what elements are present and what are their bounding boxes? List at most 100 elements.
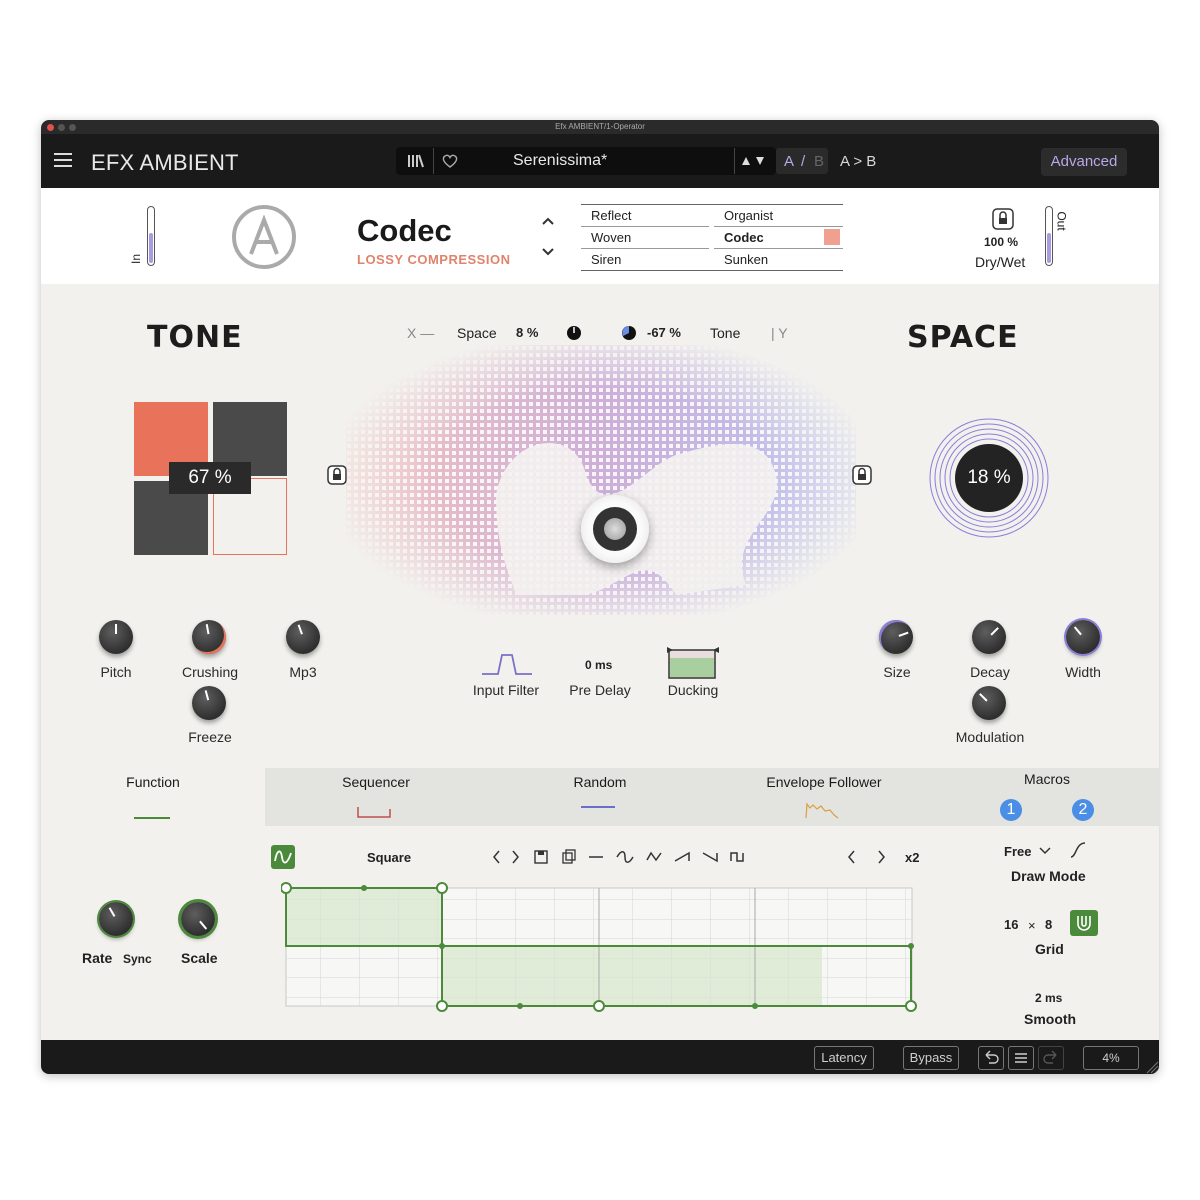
- drywet-lock-icon[interactable]: [992, 208, 1014, 230]
- xy-y-label: | Y: [771, 325, 788, 341]
- title-bar: Efx AMBIENT/1-Operator: [41, 120, 1159, 134]
- macro-2-button[interactable]: 2: [1072, 799, 1094, 821]
- preset-item-organist[interactable]: Organist: [724, 208, 773, 223]
- resize-handle-icon[interactable]: [1145, 1060, 1159, 1074]
- decay-label: Decay: [970, 664, 1010, 680]
- drywet-label: Dry/Wet: [975, 254, 1026, 270]
- mp3-knob[interactable]: [286, 620, 320, 654]
- xy-tone-value: -67 %: [647, 325, 681, 340]
- fx-name: Codec: [357, 213, 452, 248]
- rate-knob[interactable]: [99, 902, 133, 936]
- xy-pad[interactable]: [346, 345, 856, 615]
- window-title: Efx AMBIENT/1-Operator: [555, 122, 645, 131]
- free-dropdown[interactable]: Free: [1004, 844, 1031, 859]
- input-label: In: [129, 253, 144, 265]
- history-menu-button[interactable]: [1008, 1046, 1034, 1070]
- smooth-value[interactable]: 2 ms: [1035, 991, 1062, 1005]
- ab-copy-button[interactable]: A > B: [840, 153, 876, 170]
- top-bar: EFX AMBIENT Serenissima* A / B A > B Adv…: [41, 134, 1159, 188]
- ab-a-label[interactable]: A: [784, 153, 794, 170]
- xy-handle[interactable]: [581, 495, 649, 563]
- bypass-button[interactable]: Bypass: [903, 1046, 959, 1070]
- cpu-meter: 4%: [1083, 1046, 1139, 1070]
- drywet-value: 100 %: [984, 235, 1019, 249]
- hamburger-menu-icon[interactable]: [53, 151, 73, 169]
- width-label: Width: [1065, 664, 1101, 680]
- function-waveform-icon[interactable]: [271, 845, 295, 869]
- chevron-down-icon[interactable]: [1038, 845, 1052, 857]
- ducking-meter-icon[interactable]: [666, 646, 720, 680]
- output-label: Out: [1054, 211, 1069, 231]
- preset-up-down-arrows-icon[interactable]: [739, 154, 769, 168]
- undo-button[interactable]: [978, 1046, 1004, 1070]
- tab-random-label[interactable]: Random: [510, 774, 690, 790]
- mp3-label: Mp3: [289, 664, 317, 680]
- space-lock-icon[interactable]: [852, 465, 872, 485]
- redo-icon: [1043, 1050, 1057, 1064]
- input-filter-icon[interactable]: [480, 652, 534, 676]
- advanced-button[interactable]: Advanced: [1041, 148, 1127, 176]
- rate-label: Rate: [82, 950, 113, 966]
- width-knob[interactable]: [1066, 620, 1100, 654]
- sync-toggle[interactable]: Sync: [123, 952, 152, 966]
- ab-b-label[interactable]: B: [814, 153, 824, 170]
- output-level-slider[interactable]: [1045, 206, 1053, 266]
- tab-sequencer-label[interactable]: Sequencer: [286, 774, 466, 790]
- space-title: SPACE: [907, 320, 1019, 355]
- redo-button[interactable]: [1038, 1046, 1064, 1070]
- function-shape-name[interactable]: Square: [367, 850, 411, 865]
- tab-function-label[interactable]: Function: [63, 774, 243, 790]
- pitch-label: Pitch: [100, 664, 132, 680]
- fx-type-arrows-icon[interactable]: [541, 215, 555, 259]
- input-filter-label: Input Filter: [472, 682, 540, 698]
- arturia-logo-icon: [232, 205, 296, 269]
- library-icon[interactable]: [406, 152, 424, 170]
- preset-item-codec[interactable]: Codec: [724, 230, 764, 245]
- input-level-slider[interactable]: [147, 206, 155, 266]
- function-multiplier[interactable]: x2: [905, 850, 919, 865]
- draw-mode-label: Draw Mode: [1011, 868, 1086, 884]
- tone-value[interactable]: 67 %: [169, 462, 251, 494]
- freeze-knob[interactable]: [192, 686, 226, 720]
- scale-label: Scale: [181, 950, 218, 966]
- favorite-heart-icon[interactable]: [441, 152, 459, 170]
- function-graph[interactable]: [281, 880, 921, 1016]
- decay-knob[interactable]: [972, 620, 1006, 654]
- preset-item-reflect[interactable]: Reflect: [591, 208, 631, 223]
- crushing-knob[interactable]: [192, 620, 226, 654]
- smooth-label: Smooth: [1024, 1011, 1077, 1027]
- grid-x-value[interactable]: 16: [1004, 917, 1018, 932]
- size-label: Size: [883, 664, 911, 680]
- preset-item-woven[interactable]: Woven: [591, 230, 631, 245]
- envelope-tab-icon: [805, 802, 839, 819]
- curve-tool-icon[interactable]: [1068, 840, 1088, 860]
- tab-envelope-label[interactable]: Envelope Follower: [734, 774, 914, 790]
- grid-y-value[interactable]: 8: [1045, 917, 1052, 932]
- random-tab-line: [581, 806, 615, 808]
- space-mini-knob-icon: [567, 326, 581, 340]
- pitch-knob[interactable]: [99, 620, 133, 654]
- predelay-value[interactable]: 0 ms: [585, 658, 612, 672]
- latency-button[interactable]: Latency: [814, 1046, 874, 1070]
- preset-name[interactable]: Serenissima*: [513, 152, 607, 170]
- ducking-label: Ducking: [667, 682, 719, 698]
- tone-mini-knob-icon: [622, 326, 636, 340]
- list-icon: [1015, 1053, 1027, 1063]
- size-knob[interactable]: [879, 620, 913, 654]
- selected-preset-marker: [824, 229, 840, 245]
- tab-macros-label[interactable]: Macros: [957, 771, 1137, 787]
- space-value[interactable]: 18 %: [955, 444, 1023, 512]
- tone-title: TONE: [147, 320, 243, 355]
- shape-prev-next-icon[interactable]: [844, 848, 890, 866]
- preset-item-siren[interactable]: Siren: [591, 252, 621, 267]
- preset-item-sunken[interactable]: Sunken: [724, 252, 768, 267]
- undo-icon: [985, 1050, 999, 1064]
- crushing-label: Crushing: [181, 664, 239, 680]
- xy-tone-label: Tone: [710, 325, 741, 341]
- scale-knob[interactable]: [181, 902, 215, 936]
- snap-magnet-icon[interactable]: [1070, 910, 1098, 936]
- modulation-knob[interactable]: [972, 686, 1006, 720]
- macro-1-button[interactable]: 1: [1000, 799, 1022, 821]
- xy-x-label: X —: [407, 325, 435, 341]
- tone-lock-icon[interactable]: [327, 465, 347, 485]
